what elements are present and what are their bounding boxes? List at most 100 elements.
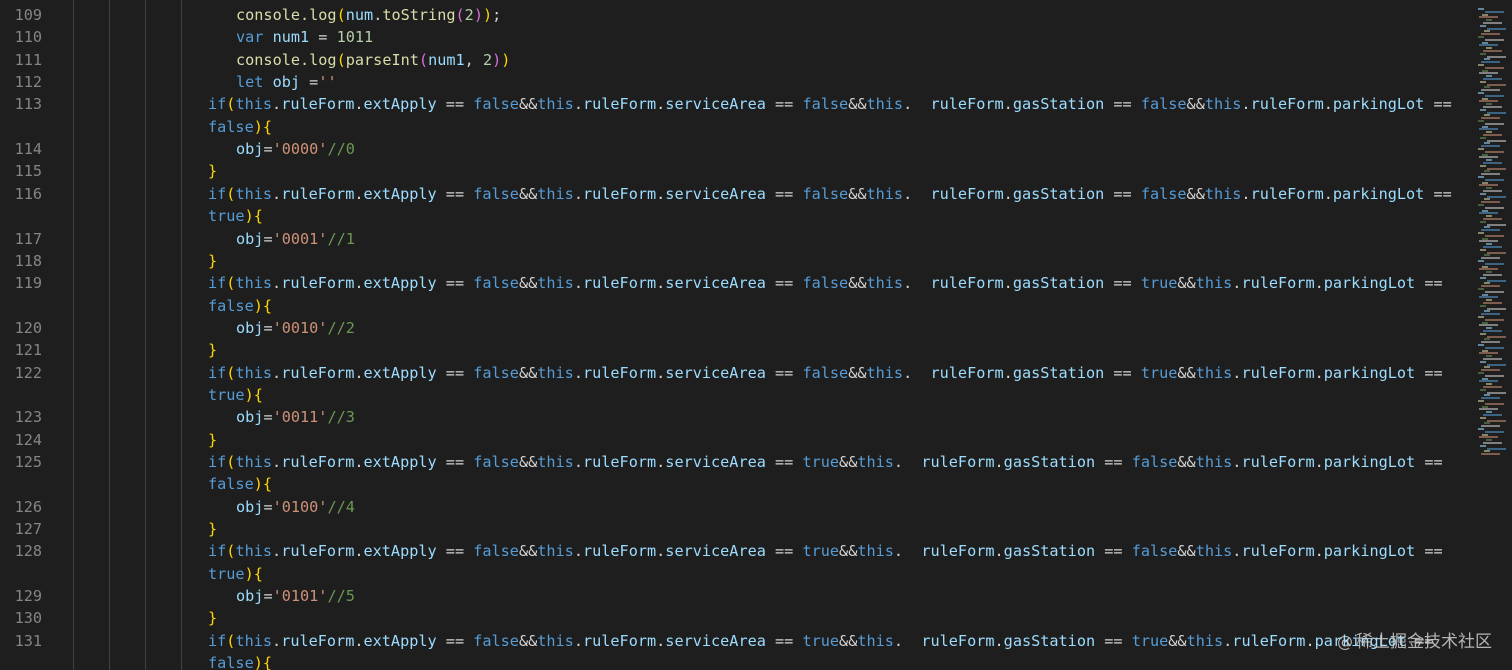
code-token: obj [236, 318, 264, 337]
minimap-line [1481, 89, 1500, 92]
code-token: = [263, 140, 273, 159]
minimap-line [1478, 316, 1484, 318]
code-line[interactable]: } [208, 339, 217, 361]
minimap-line [1478, 344, 1484, 346]
minimap[interactable] [1474, 0, 1512, 670]
minimap-line [1480, 108, 1486, 111]
code-line[interactable]: } [208, 518, 217, 540]
code-token: gasStation [1012, 363, 1105, 382]
code-editor[interactable]: 109 110 111 112 113 114 115 116 117 118 119 120 121 1… [0, 0, 1512, 670]
code-token: false [473, 631, 519, 650]
code-line[interactable]: console.log(parseInt(num1, 2)) [236, 49, 510, 71]
minimap-line [1480, 444, 1486, 447]
code-token: . [1314, 363, 1324, 382]
code-token: this [537, 631, 574, 650]
code-token: false [473, 274, 519, 293]
code-token: obj [272, 73, 301, 92]
code-line[interactable]: } [208, 160, 217, 182]
minimap-line [1487, 251, 1506, 254]
minimap-line [1478, 64, 1484, 66]
code-token: = [263, 318, 273, 337]
code-line[interactable]: obj='0000'//0 [236, 138, 355, 160]
code-line[interactable]: obj='0010'//2 [236, 317, 355, 339]
minimap-line [1478, 428, 1484, 430]
code-token: if [208, 274, 227, 293]
code-line[interactable]: } [208, 607, 217, 629]
code-token: var [236, 28, 273, 47]
minimap-line [1487, 55, 1506, 58]
code-line[interactable]: false){ [208, 116, 272, 138]
minimap-line [1484, 226, 1490, 229]
code-line[interactable]: true){ [208, 384, 263, 406]
minimap-line [1485, 66, 1504, 69]
minimap-line [1480, 136, 1486, 139]
code-line[interactable]: true){ [208, 205, 263, 227]
code-token: this [235, 453, 273, 471]
code-token: . [656, 95, 666, 114]
minimap-line [1485, 262, 1504, 265]
code-token: true [1131, 631, 1169, 650]
minimap-line [1486, 75, 1492, 78]
code-line[interactable]: true){ [208, 563, 263, 585]
code-line[interactable]: if(this.ruleForm.extApply == false&&this… [208, 183, 1452, 205]
minimap-line [1485, 38, 1504, 41]
code-line[interactable]: var num1 = 1011 [236, 26, 373, 48]
code-token: . [994, 631, 1004, 650]
code-token: && [1177, 363, 1196, 382]
code-line[interactable]: if(this.ruleForm.extApply == false&&this… [208, 630, 1433, 652]
minimap-line [1481, 313, 1500, 316]
minimap-line [1482, 237, 1488, 240]
code-line[interactable]: false){ [208, 652, 272, 670]
code-line[interactable]: if(this.ruleForm.extApply == false&&this… [208, 93, 1452, 115]
minimap-line [1487, 167, 1506, 170]
minimap-line [1487, 111, 1506, 114]
code-area[interactable]: console.log(num.toString(2)); var num1 = … [0, 0, 1470, 670]
code-line[interactable]: false){ [208, 473, 272, 495]
code-line[interactable]: if(this.ruleForm.extApply == false&&this… [208, 451, 1443, 473]
code-line[interactable]: } [208, 250, 217, 272]
code-token: ruleForm [281, 95, 355, 114]
code-token: == [1104, 363, 1141, 382]
minimap-line [1481, 117, 1500, 120]
code-line[interactable]: obj='0101'//5 [236, 585, 355, 607]
minimap-line [1483, 246, 1502, 248]
code-token: '0101' [272, 587, 328, 606]
code-line[interactable]: console.log(num.toString(2)); [236, 4, 501, 26]
code-line[interactable]: if(this.ruleForm.extApply == false&&this… [208, 540, 1443, 562]
minimap-line [1484, 114, 1490, 117]
minimap-line [1485, 178, 1504, 181]
code-token: && [848, 95, 867, 114]
minimap-line [1482, 321, 1488, 324]
code-line[interactable]: } [208, 429, 217, 451]
code-token: ruleForm [1241, 542, 1315, 561]
minimap-line [1480, 52, 1486, 55]
code-line[interactable]: if(this.ruleForm.extApply == false&&this… [208, 272, 1443, 294]
minimap-line [1483, 190, 1502, 192]
code-token: . [1223, 631, 1233, 650]
code-token: '' [318, 73, 337, 92]
code-token: { [253, 564, 263, 583]
code-token: . [272, 274, 282, 293]
code-token: ( [455, 6, 465, 24]
code-token: ( [336, 50, 346, 69]
code-line[interactable]: if(this.ruleForm.extApply == false&&this… [208, 362, 1443, 384]
minimap-line [1484, 450, 1490, 453]
code-line[interactable]: obj='0001'//1 [236, 228, 355, 250]
code-token: ) [253, 654, 263, 670]
code-token: . [573, 95, 583, 114]
minimap-line [1479, 296, 1498, 299]
code-token: this [537, 95, 574, 114]
code-line[interactable]: false){ [208, 295, 272, 317]
code-token: == [436, 184, 474, 203]
code-token: ) [253, 296, 263, 315]
code-token: . [656, 453, 666, 471]
minimap-line [1484, 282, 1490, 285]
code-token: . [573, 184, 583, 203]
minimap-line [1483, 274, 1502, 276]
code-line[interactable]: obj='0100'//4 [236, 496, 355, 518]
code-line[interactable]: let obj ='' [236, 71, 337, 93]
code-token: . [903, 363, 931, 382]
code-token: gasStation [1003, 453, 1096, 471]
code-line[interactable]: obj='0011'//3 [236, 406, 355, 428]
code-token: if [208, 542, 227, 561]
